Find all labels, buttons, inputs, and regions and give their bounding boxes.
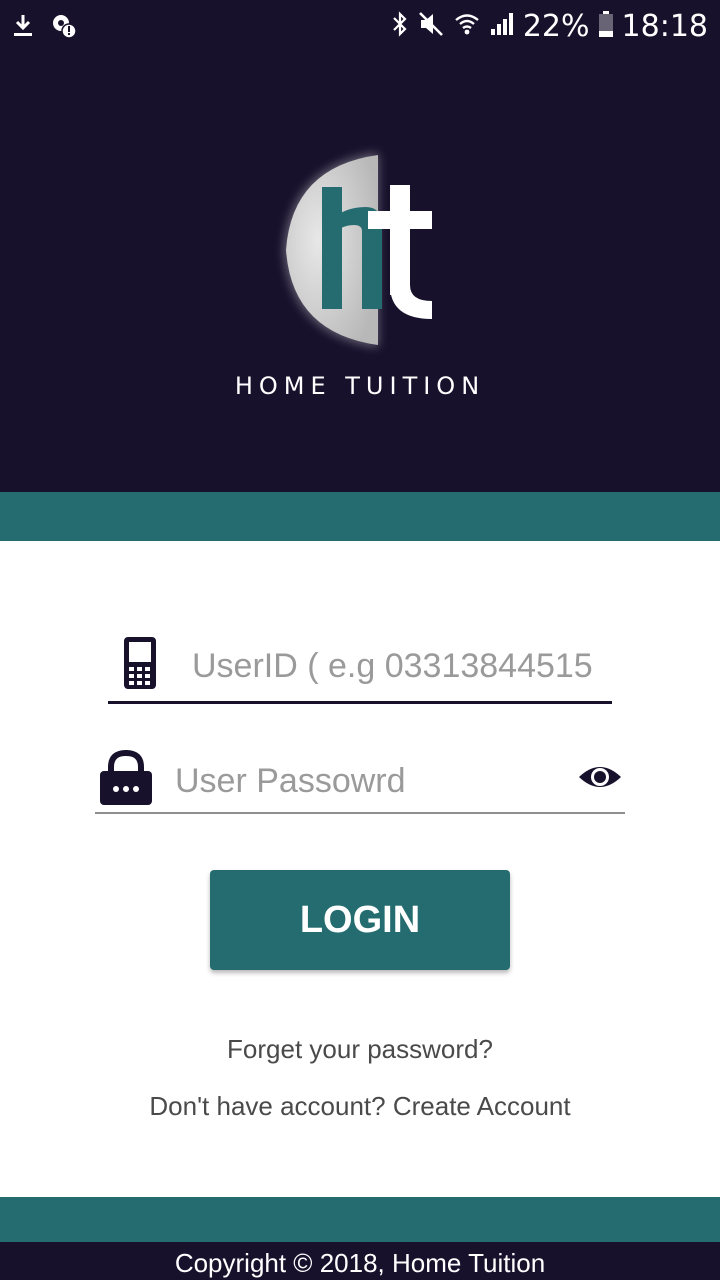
no-account-text: Don't have account?	[149, 1091, 386, 1121]
location-alert-icon	[50, 12, 78, 45]
wifi-icon	[453, 10, 481, 43]
status-right: 22% 18:18	[391, 8, 708, 44]
userid-input[interactable]	[192, 644, 612, 688]
header-accent-band	[0, 492, 720, 541]
mute-icon	[417, 10, 445, 43]
create-account-row: Don't have account? Create Account	[0, 1091, 720, 1122]
status-left	[10, 12, 78, 45]
battery-icon	[598, 10, 614, 43]
header: 22% 18:18 HOME TUITION	[0, 0, 720, 492]
download-icon	[10, 12, 36, 45]
logo	[270, 145, 450, 355]
forgot-password-link[interactable]: Forget your password?	[0, 1034, 720, 1065]
copyright-text: Copyright © 2018, Home Tuition	[174, 1248, 546, 1278]
lock-icon	[97, 749, 155, 812]
mobile-phone-icon	[123, 636, 157, 695]
footer-accent-band	[0, 1197, 720, 1242]
status-bar: 22% 18:18	[0, 0, 720, 52]
password-input[interactable]	[175, 759, 555, 803]
bluetooth-icon	[391, 10, 409, 43]
userid-field[interactable]	[108, 630, 612, 704]
footer: Copyright © 2018, Home Tuition	[0, 1242, 720, 1280]
battery-percent: 22%	[522, 8, 590, 44]
login-button[interactable]: LOGIN	[210, 870, 510, 970]
clock: 18:18	[621, 8, 708, 44]
create-account-link[interactable]: Create Account	[393, 1091, 571, 1121]
password-field[interactable]	[95, 745, 625, 814]
brand-name: HOME TUITION	[234, 372, 486, 400]
eye-icon[interactable]	[577, 759, 623, 800]
login-screen: 22% 18:18 HOME TUITION UserID (e.g 0331…	[0, 0, 720, 1280]
signal-icon	[489, 11, 515, 42]
